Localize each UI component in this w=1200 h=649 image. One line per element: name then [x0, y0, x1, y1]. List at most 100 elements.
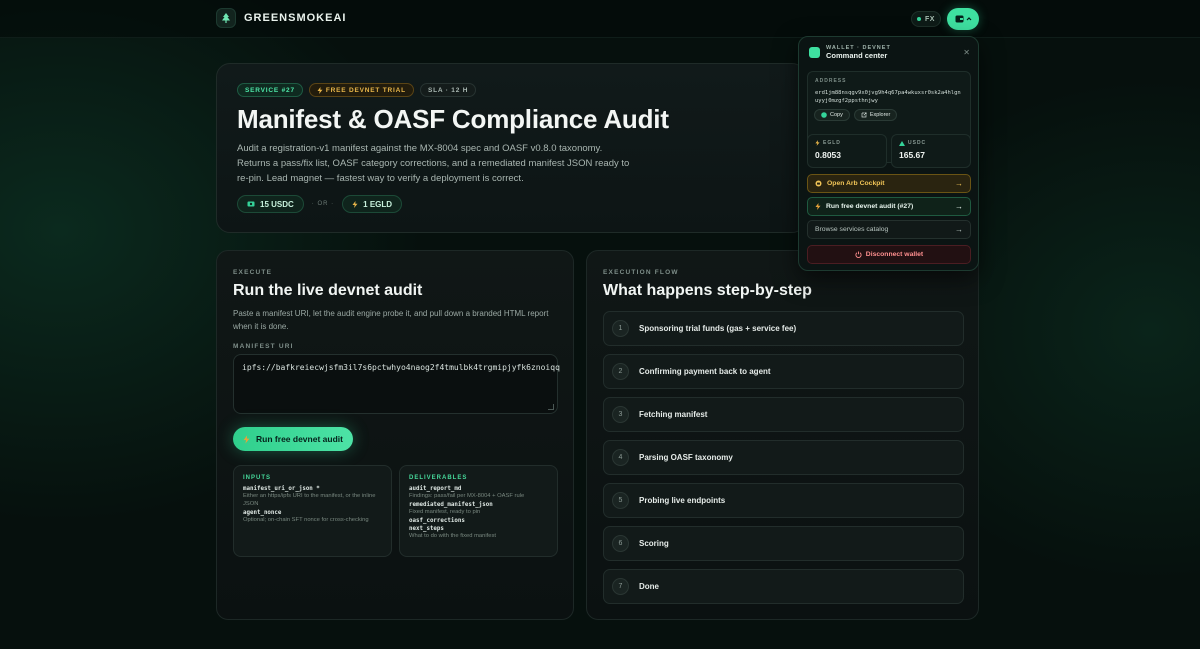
price-usdc-chip: 15 USDC [237, 195, 304, 213]
step-number: 1 [612, 320, 629, 337]
open-arb-cockpit-button[interactable]: Open Arb Cockpit → [807, 174, 971, 193]
bolt-icon [815, 203, 821, 210]
price-usdc: 15 USDC [260, 199, 294, 209]
usdc-label: USDC [908, 140, 927, 146]
bolt-icon [352, 200, 358, 208]
fx-label: FX [925, 15, 935, 23]
deliverables-card: DELIVERABLES audit_report_md Findings: p… [399, 465, 558, 557]
deliverable-desc: Findings: pass/fail per MX-8004 + OASF r… [409, 493, 525, 499]
page-title: Manifest & OASF Compliance Audit [237, 104, 669, 134]
flow-step: 1 Sponsoring trial funds (gas + service f… [603, 311, 964, 346]
egld-value: 0.8053 [815, 150, 841, 160]
execute-description: Paste a manifest URI, let the audit engi… [233, 309, 549, 331]
step-label: Fetching manifest [639, 410, 708, 419]
service-description: Audit a registration-v1 manifest against… [237, 143, 630, 184]
service-number-badge: SERVICE #27 [237, 83, 303, 97]
flow-step: 5 Probing live endpoints [603, 483, 964, 518]
power-icon [855, 251, 862, 258]
step-label: Probing live endpoints [639, 496, 726, 505]
run-audit-button[interactable]: Run free devnet audit [233, 427, 353, 451]
step-number: 7 [612, 578, 629, 595]
egld-balance-card: EGLD 0.8053 [807, 134, 887, 168]
service-hero: SERVICE #27 FREE DEVNET TRIAL SLA · 12 H… [216, 63, 806, 233]
top-nav: GREENSMOKEAI FX [0, 0, 1200, 38]
step-label: Done [639, 582, 659, 591]
price-egld-chip: 1 EGLD [342, 195, 403, 213]
run-audit-label: Run free devnet audit [256, 434, 343, 444]
deliverable-key: oasf_corrections [409, 518, 465, 524]
flow-step: 7 Done [603, 569, 964, 604]
price-egld: 1 EGLD [363, 199, 393, 209]
free-trial-label: FREE DEVNET TRIAL [325, 86, 406, 94]
manifest-uri-input[interactable]: ipfs://bafkreiecwjsfm3il7s6pctwhyo4naog2… [233, 354, 560, 414]
free-trial-badge: FREE DEVNET TRIAL [308, 83, 414, 97]
disconnect-wallet-button[interactable]: Disconnect wallet [807, 245, 971, 264]
sla-badge: SLA · 12 H [419, 83, 477, 97]
step-label: Sponsoring trial funds (gas + service fe… [639, 324, 797, 333]
cash-icon [247, 201, 255, 207]
inputs-card: INPUTS manifest_uri_or_json * Either an … [233, 465, 392, 557]
or-separator: · OR · [311, 201, 335, 207]
deliverable-desc: What to do with the fixed manifest [409, 533, 496, 539]
deliverables-title: DELIVERABLES [409, 475, 468, 481]
flow-eyebrow: EXECUTION FLOW [603, 269, 679, 276]
step-number: 2 [612, 363, 629, 380]
manifest-uri-value: ipfs://bafkreiecwjsfm3il7s6pctwhyo4naog2… [242, 363, 560, 372]
cockpit-icon [815, 180, 822, 187]
triangle-icon [899, 140, 905, 146]
arrow-right-icon: → [955, 202, 963, 211]
close-icon[interactable]: ✕ [963, 48, 970, 57]
usdc-balance-card: USDC 165.67 [891, 134, 971, 168]
copy-label: Copy [830, 112, 843, 118]
flow-step: 2 Confirming payment back to agent [603, 354, 964, 389]
browse-catalog-button[interactable]: Browse services catalog → [807, 220, 971, 239]
wallet-dropdown: WALLET · DEVNET Command center ✕ ADDRESS… [798, 36, 979, 271]
execute-eyebrow: EXECUTE [233, 269, 273, 276]
flow-step: 6 Scoring [603, 526, 964, 561]
flow-step: 3 Fetching manifest [603, 397, 964, 432]
execute-title: Run the live devnet audit [233, 282, 423, 299]
explorer-button[interactable]: Explorer [853, 109, 898, 121]
check-icon [821, 112, 827, 118]
brand[interactable]: GREENSMOKEAI [216, 8, 346, 28]
run-devnet-audit-button[interactable]: Run free devnet audit (#27) → [807, 197, 971, 216]
execution-flow-panel: EXECUTION FLOW What happens step-by-step… [586, 250, 979, 620]
chevron-up-icon [966, 17, 971, 21]
input-desc: Either an https/ipfs URI to the manifest… [243, 493, 376, 507]
bolt-icon [815, 140, 820, 146]
run-audit-menu-label: Run free devnet audit (#27) [826, 203, 914, 210]
wallet-icon [955, 15, 963, 23]
status-dot-icon [917, 17, 922, 21]
usdc-value: 165.67 [899, 150, 925, 160]
arrow-right-icon: → [955, 225, 963, 234]
step-number: 6 [612, 535, 629, 552]
leaf-logo-icon [216, 8, 236, 28]
execute-panel: EXECUTE Run the live devnet audit Paste … [216, 250, 574, 620]
address-label: ADDRESS [815, 78, 847, 84]
fx-toggle[interactable]: FX [911, 11, 941, 27]
input-desc: Optional; on-chain SFT nonce for cross-c… [243, 517, 369, 523]
step-list: 1 Sponsoring trial funds (gas + service f… [603, 311, 964, 612]
bolt-icon [243, 434, 250, 444]
wallet-address: erd1jm88nsqgv9x0jvg9h4q67pa4wkuxsr0sk2a4… [815, 90, 961, 104]
flow-title: What happens step-by-step [603, 282, 812, 299]
step-label: Scoring [639, 539, 669, 548]
wallet-button[interactable] [947, 8, 979, 30]
step-label: Parsing OASF taxonomy [639, 453, 733, 462]
copy-button[interactable]: Copy [814, 109, 850, 121]
wallet-icon [809, 47, 820, 58]
egld-label: EGLD [823, 140, 841, 146]
step-number: 5 [612, 492, 629, 509]
bolt-icon [317, 86, 323, 94]
step-number: 4 [612, 449, 629, 466]
resize-handle-icon[interactable] [548, 404, 554, 410]
step-label: Confirming payment back to agent [639, 367, 771, 376]
disconnect-label: Disconnect wallet [865, 251, 924, 258]
explorer-label: Explorer [869, 112, 891, 118]
step-number: 3 [612, 406, 629, 423]
arrow-right-icon: → [955, 179, 963, 188]
brand-name: GREENSMOKEAI [244, 12, 347, 24]
browse-label: Browse services catalog [815, 226, 889, 233]
inputs-title: INPUTS [243, 475, 272, 481]
manifest-uri-label: MANIFEST URI [233, 343, 294, 350]
